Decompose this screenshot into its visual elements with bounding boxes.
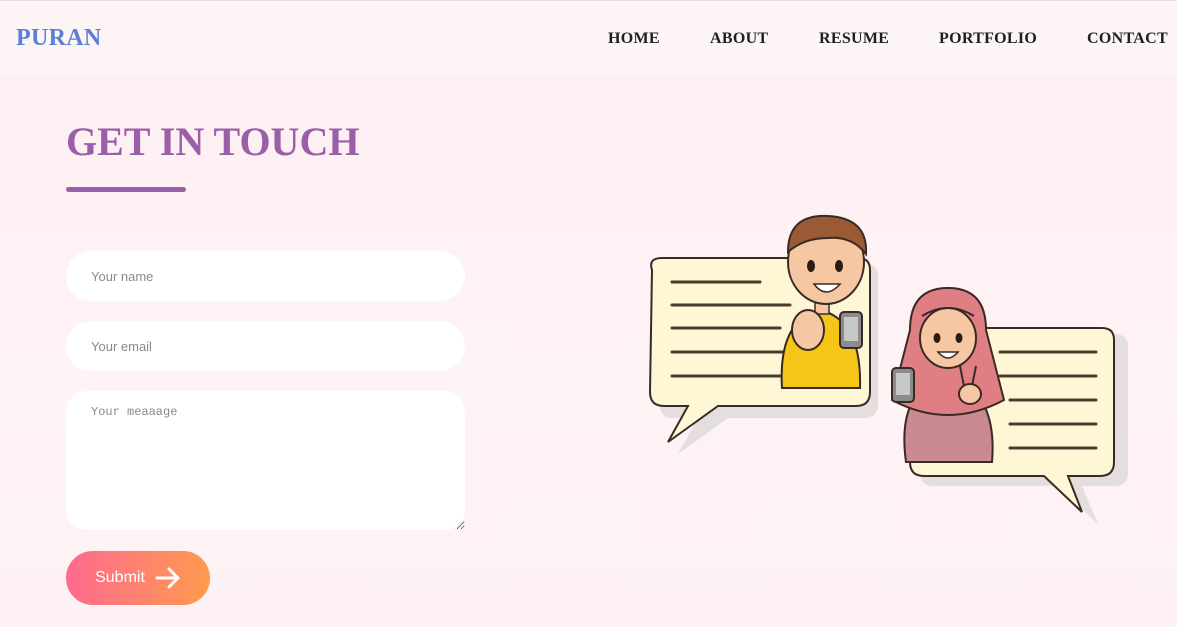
nav-about[interactable]: ABOUT: [710, 30, 768, 48]
nav-contact[interactable]: CONTACT: [1087, 30, 1168, 48]
nav-resume[interactable]: RESUME: [819, 30, 889, 48]
nav-portfolio[interactable]: PORTFOLIO: [939, 30, 1037, 48]
name-input[interactable]: [66, 251, 465, 301]
message-textarea[interactable]: [66, 391, 465, 530]
submit-button[interactable]: Submit: [66, 551, 210, 605]
page-title: GET IN TOUCH: [66, 119, 360, 164]
arrow-right-icon: [155, 567, 180, 589]
title-underline: [66, 187, 186, 192]
email-input[interactable]: [66, 321, 465, 371]
nav-home[interactable]: HOME: [608, 30, 660, 48]
chatting-people-illustration: [648, 214, 1128, 524]
top-navbar: PURAN HOME ABOUT RESUME PORTFOLIO CONTAC…: [0, 0, 1177, 76]
submit-label: Submit: [95, 569, 145, 586]
brand-logo[interactable]: PURAN: [16, 25, 102, 52]
